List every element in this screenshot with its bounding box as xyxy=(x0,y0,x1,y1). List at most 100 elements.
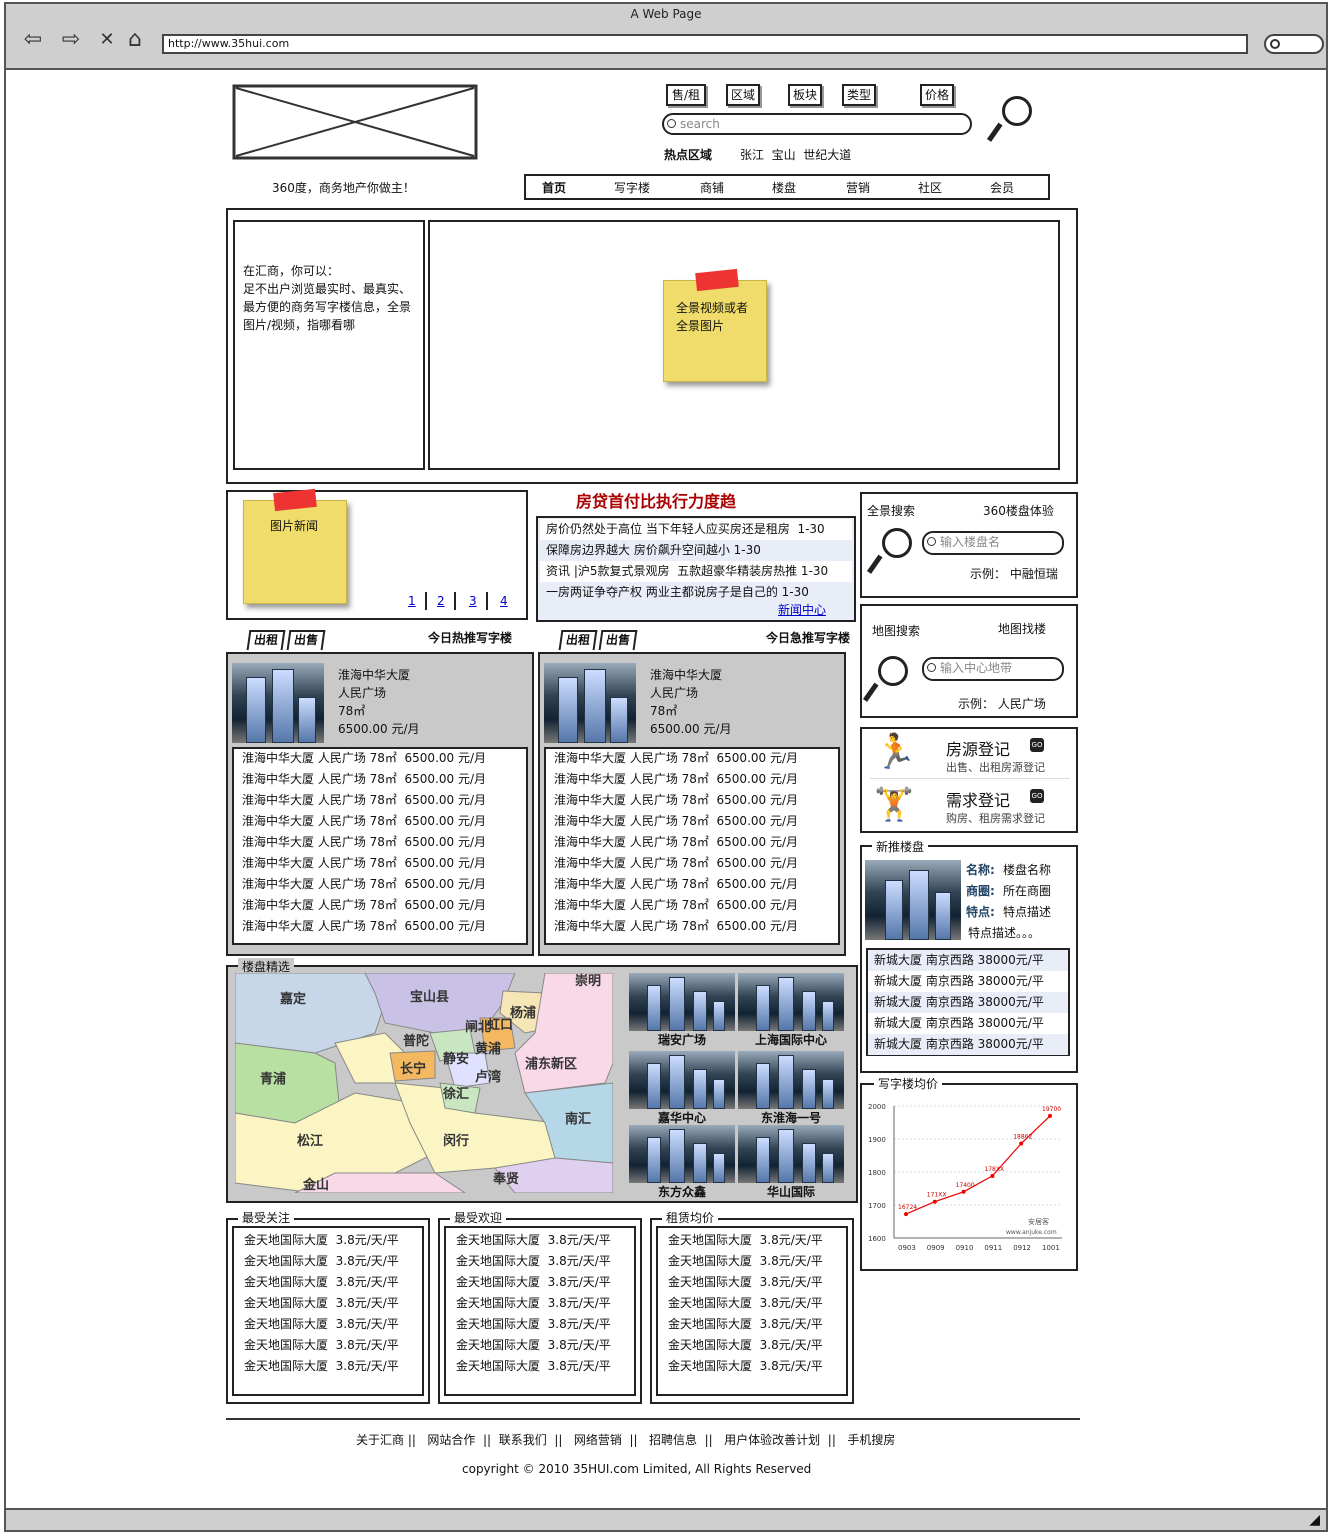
hot-list-item[interactable]: 淮海中华大厦 人民广场 78㎡ 6500.00 元/月 xyxy=(554,791,798,810)
tab-area[interactable]: 区域 xyxy=(726,84,760,106)
home-icon[interactable]: ⌂ xyxy=(120,26,150,54)
hot-list-item[interactable]: 淮海中华大厦 人民广场 78㎡ 6500.00 元/月 xyxy=(242,896,486,915)
district-label[interactable]: 宝山县 xyxy=(410,989,449,1005)
map-search-example[interactable]: 示例： 人民广场 xyxy=(958,695,1046,712)
district-label[interactable]: 崇明 xyxy=(575,973,601,989)
new-project-item[interactable]: 新城大厦 南京西路 38000元/平 xyxy=(868,1034,1068,1055)
new-project-item[interactable]: 新城大厦 南京西路 38000元/平 xyxy=(868,992,1068,1013)
featured-info[interactable]: 淮海中华大厦 xyxy=(650,666,722,683)
tab-rent[interactable]: 出租 xyxy=(558,630,598,650)
hot-area-links[interactable]: 张江 宝山 世纪大道 xyxy=(740,146,851,163)
hot-list-item[interactable]: 淮海中华大厦 人民广场 78㎡ 6500.00 元/月 xyxy=(242,833,486,852)
new-project-image[interactable] xyxy=(865,860,961,940)
listing-register-title[interactable]: 房源登记 xyxy=(946,736,1010,760)
bottom-list-item[interactable]: 金天地国际大厦 3.8元/天/平 xyxy=(456,1357,611,1374)
new-project-item[interactable]: 新城大厦 南京西路 38000元/平 xyxy=(868,950,1068,971)
map-search-icon[interactable] xyxy=(862,656,914,706)
demand-register-title[interactable]: 需求登记 xyxy=(946,787,1010,811)
tab-rent[interactable]: 出租 xyxy=(246,630,286,650)
bottom-list-item[interactable]: 金天地国际大厦 3.8元/天/平 xyxy=(456,1294,611,1311)
header-search-input[interactable]: search xyxy=(662,113,972,135)
district-label[interactable]: 青浦 xyxy=(260,1071,286,1087)
building-thumb[interactable] xyxy=(544,663,636,743)
nav-item-1[interactable]: 写字楼 xyxy=(614,179,650,196)
news-headline[interactable]: 房贷首付比执行力度趋 xyxy=(576,488,736,512)
district-label[interactable]: 浦东新区 xyxy=(525,1056,577,1072)
district-label[interactable]: 徐汇 xyxy=(442,1086,469,1102)
nav-item-3[interactable]: 楼盘 xyxy=(772,179,796,196)
news-item[interactable]: 资讯 |沪5款复式景观房 五款超豪华精装房热推 1-30 xyxy=(540,561,852,582)
bottom-list-item[interactable]: 金天地国际大厦 3.8元/天/平 xyxy=(244,1294,399,1311)
map-search-input[interactable]: 输入中心地带 xyxy=(922,657,1064,681)
news-item[interactable]: 房价仍然处于高位 当下年轻人应买房还是租房 1-30 xyxy=(540,519,852,540)
building-photo[interactable] xyxy=(629,973,735,1031)
hot-list-item[interactable]: 淮海中华大厦 人民广场 78㎡ 6500.00 元/月 xyxy=(554,917,798,936)
resize-grip-icon[interactable]: ◢ xyxy=(1309,1512,1320,1528)
bottom-list-item[interactable]: 金天地国际大厦 3.8元/天/平 xyxy=(244,1336,399,1353)
page-link-4[interactable]: 4 xyxy=(500,594,508,608)
district-label[interactable]: 南汇 xyxy=(565,1111,591,1127)
hot-list-item[interactable]: 淮海中华大厦 人民广场 78㎡ 6500.00 元/月 xyxy=(242,791,486,810)
bottom-list-item[interactable]: 金天地国际大厦 3.8元/天/平 xyxy=(244,1231,399,1248)
page-link-3[interactable]: 3 xyxy=(469,594,477,608)
building-photo[interactable] xyxy=(738,973,844,1031)
address-bar[interactable]: http://www.35hui.com xyxy=(162,34,1248,54)
listing-register-go-button[interactable]: GO xyxy=(1030,738,1044,752)
bottom-list-item[interactable]: 金天地国际大厦 3.8元/天/平 xyxy=(456,1336,611,1353)
building-name[interactable]: 瑞安广场 xyxy=(629,1031,735,1048)
bottom-list-item[interactable]: 金天地国际大厦 3.8元/天/平 xyxy=(244,1273,399,1290)
featured-info[interactable]: 淮海中华大厦 xyxy=(338,666,410,683)
nav-item-5[interactable]: 社区 xyxy=(918,179,942,196)
building-name[interactable]: 东淮海一号 xyxy=(738,1109,844,1126)
logo-placeholder[interactable] xyxy=(232,84,478,160)
nav-item-6[interactable]: 会员 xyxy=(990,179,1014,196)
close-icon[interactable]: ✕ xyxy=(92,26,122,54)
hot-list-item[interactable]: 淮海中华大厦 人民广场 78㎡ 6500.00 元/月 xyxy=(242,770,486,789)
search-button-icon[interactable] xyxy=(986,96,1038,146)
news-item[interactable]: 一房两证争夺产权 两业主都说房子是自己的 1-30 xyxy=(540,582,852,603)
building-photo[interactable] xyxy=(738,1051,844,1109)
nav-item-0[interactable]: 首页 xyxy=(542,179,566,196)
nav-item-4[interactable]: 营销 xyxy=(846,179,870,196)
bottom-list-item[interactable]: 金天地国际大厦 3.8元/天/平 xyxy=(456,1231,611,1248)
bottom-list-item[interactable]: 金天地国际大厦 3.8元/天/平 xyxy=(456,1315,611,1332)
bottom-list-item[interactable]: 金天地国际大厦 3.8元/天/平 xyxy=(668,1315,823,1332)
building-name[interactable]: 华山国际 xyxy=(738,1183,844,1200)
district-label[interactable]: 杨浦 xyxy=(510,1005,536,1021)
forward-icon[interactable]: ⇨ xyxy=(56,26,86,54)
building-name[interactable]: 东方众鑫 xyxy=(629,1183,735,1200)
panorama-search-input[interactable]: 输入楼盘名 xyxy=(922,531,1064,555)
new-project-item[interactable]: 新城大厦 南京西路 38000元/平 xyxy=(868,971,1068,992)
hot-list-item[interactable]: 淮海中华大厦 人民广场 78㎡ 6500.00 元/月 xyxy=(554,833,798,852)
district-label[interactable]: 卢湾 xyxy=(475,1069,501,1085)
hot-list-item[interactable]: 淮海中华大厦 人民广场 78㎡ 6500.00 元/月 xyxy=(242,812,486,831)
bottom-list-item[interactable]: 金天地国际大厦 3.8元/天/平 xyxy=(668,1357,823,1374)
new-project-item[interactable]: 新城大厦 南京西路 38000元/平 xyxy=(868,1013,1068,1034)
browser-search-field[interactable] xyxy=(1264,34,1324,54)
district-label[interactable]: 奉贤 xyxy=(492,1171,519,1187)
panorama-search-example[interactable]: 示例： 中融恒瑞 xyxy=(970,565,1058,582)
map-search-subtitle[interactable]: 地图找楼 xyxy=(998,620,1046,637)
footer-links[interactable]: 关于汇商 || 网站合作 || 联系我们 || 网络营销 || 招聘信息 || … xyxy=(356,1431,895,1448)
tab-sector[interactable]: 板块 xyxy=(788,84,822,106)
news-center-link[interactable]: 新闻中心 xyxy=(778,601,826,618)
district-label[interactable]: 长宁 xyxy=(400,1061,426,1077)
panorama-search-subtitle[interactable]: 360楼盘体验 xyxy=(983,502,1054,519)
tab-price[interactable]: 价格 xyxy=(920,84,954,106)
building-photo[interactable] xyxy=(629,1125,735,1183)
district-label[interactable]: 静安 xyxy=(443,1051,469,1067)
panorama-search-icon[interactable] xyxy=(866,528,918,578)
building-name[interactable]: 上海国际中心 xyxy=(738,1031,844,1048)
bottom-list-item[interactable]: 金天地国际大厦 3.8元/天/平 xyxy=(668,1294,823,1311)
tab-type[interactable]: 类型 xyxy=(842,84,876,106)
district-label[interactable]: 闵行 xyxy=(443,1133,469,1149)
bottom-list-item[interactable]: 金天地国际大厦 3.8元/天/平 xyxy=(456,1273,611,1290)
page-link-2[interactable]: 2 xyxy=(437,594,445,608)
bottom-list-item[interactable]: 金天地国际大厦 3.8元/天/平 xyxy=(244,1315,399,1332)
tab-sale[interactable]: 出售 xyxy=(598,630,638,650)
hot-list-item[interactable]: 淮海中华大厦 人民广场 78㎡ 6500.00 元/月 xyxy=(554,854,798,873)
building-thumb[interactable] xyxy=(232,663,324,743)
hot-list-item[interactable]: 淮海中华大厦 人民广场 78㎡ 6500.00 元/月 xyxy=(554,896,798,915)
nav-item-2[interactable]: 商铺 xyxy=(700,179,724,196)
district-label[interactable]: 金山 xyxy=(302,1177,329,1193)
